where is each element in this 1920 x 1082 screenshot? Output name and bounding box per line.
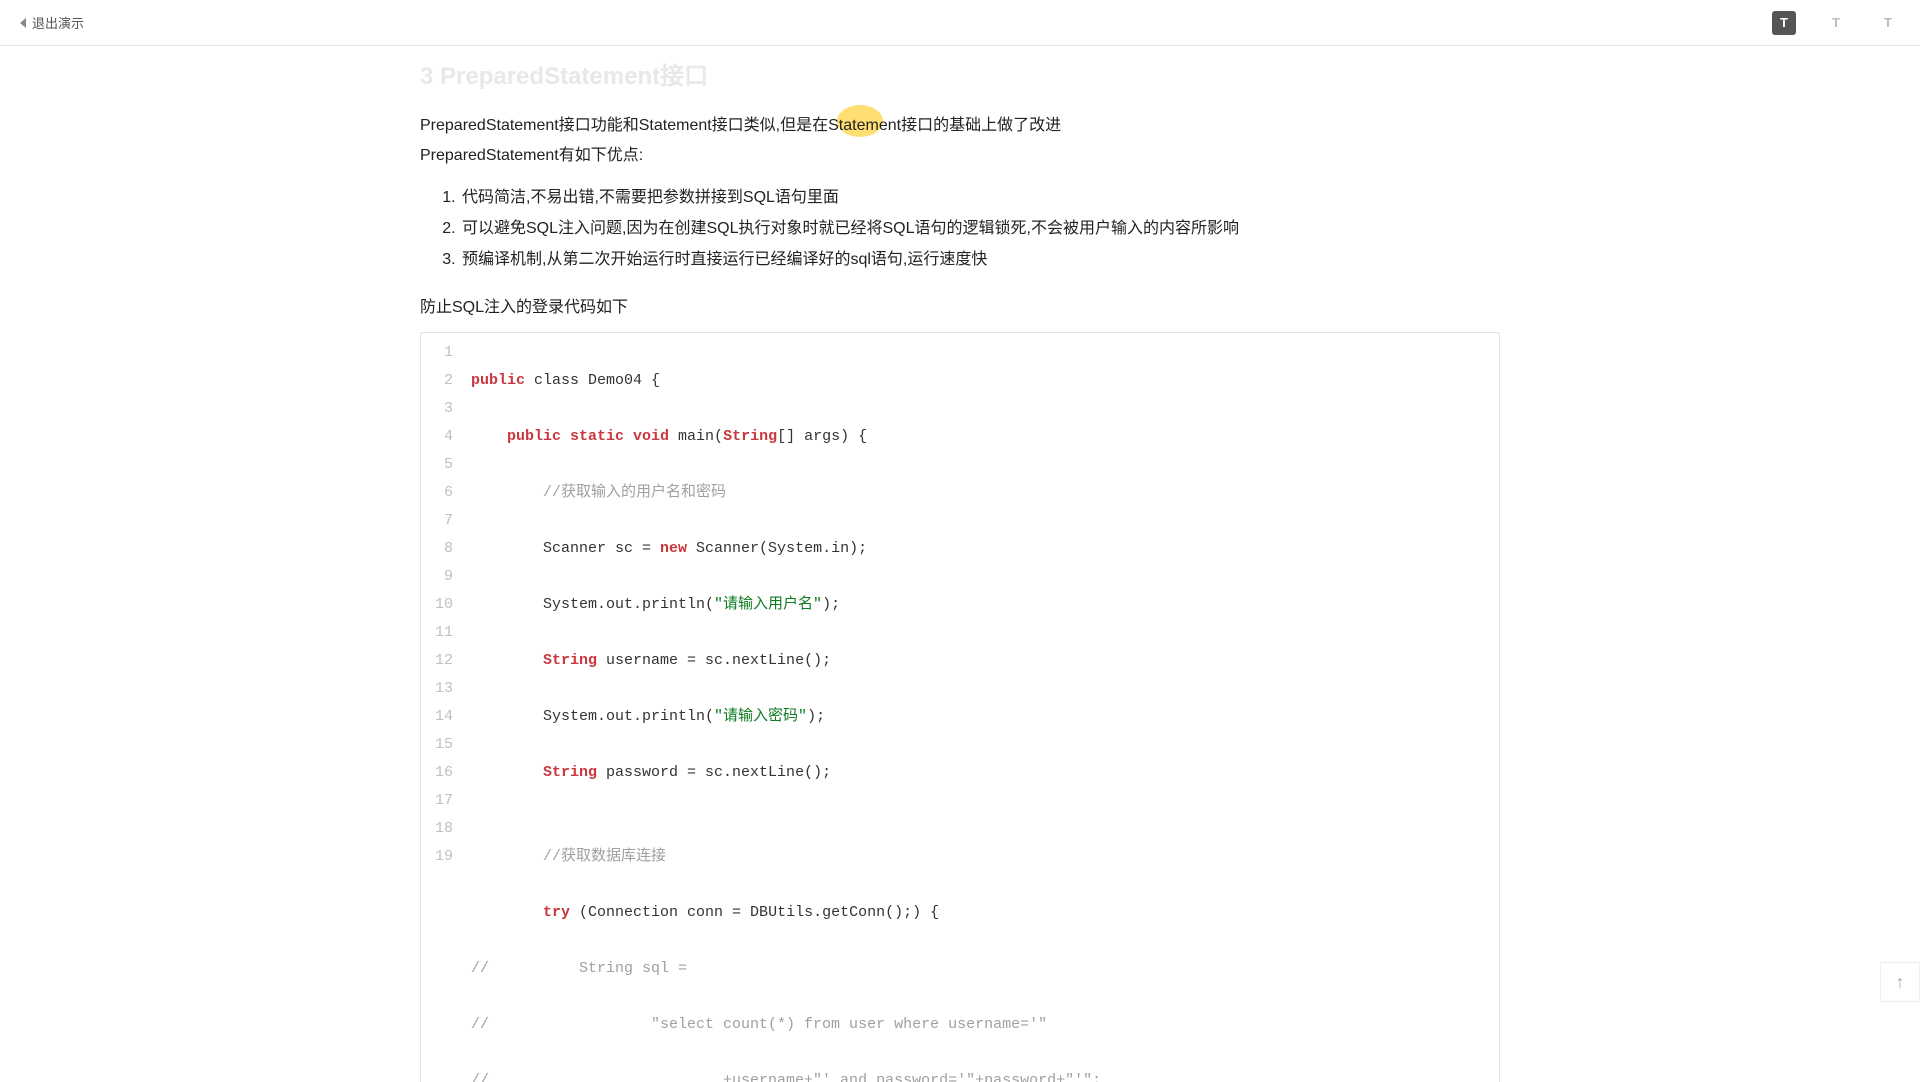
line-number: 8: [421, 535, 453, 563]
intro-before: PreparedStatement接口功能和Statement接口类似,但是在S…: [420, 117, 843, 134]
arrow-up-icon: ↑: [1896, 972, 1905, 993]
code-line: //获取数据库连接: [471, 843, 1101, 871]
vertical-scrollbar[interactable]: [1908, 0, 1920, 1082]
list-item: 代码简洁,不易出错,不需要把参数拼接到SQL语句里面: [460, 182, 1500, 213]
code-line: // String sql =: [471, 955, 1101, 983]
advantages-list: 代码简洁,不易出错,不需要把参数拼接到SQL语句里面 可以避免SQL注入问题,因…: [460, 182, 1500, 276]
line-number: 11: [421, 619, 453, 647]
line-number: 19: [421, 843, 453, 871]
line-number: 13: [421, 675, 453, 703]
document-inner: 3 PreparedStatement接口 PreparedStatement接…: [420, 46, 1500, 1082]
line-number: 6: [421, 479, 453, 507]
intro-after: ent接口的基础上做了改进: [879, 117, 1061, 134]
list-item: 可以避免SQL注入问题,因为在创建SQL执行对象时就已经将SQL语句的逻辑锁死,…: [460, 213, 1500, 244]
line-number: 18: [421, 815, 453, 843]
line-number: 15: [421, 731, 453, 759]
line-number: 12: [421, 647, 453, 675]
line-number: 3: [421, 395, 453, 423]
topbar: 退出演示 T T T: [0, 0, 1920, 46]
font-size-medium-button[interactable]: T: [1824, 11, 1848, 35]
line-number: 7: [421, 507, 453, 535]
line-number: 16: [421, 759, 453, 787]
code-line: try (Connection conn = DBUtils.getConn()…: [471, 899, 1101, 927]
intro-line-1: PreparedStatement接口功能和Statement接口类似,但是在S…: [420, 111, 1500, 141]
line-number: 4: [421, 423, 453, 451]
line-number: 14: [421, 703, 453, 731]
font-size-large-button[interactable]: T: [1876, 11, 1900, 35]
line-number: 1: [421, 339, 453, 367]
code-line: // "select count(*) from user where user…: [471, 1011, 1101, 1039]
code-line: System.out.println("请输入密码");: [471, 703, 1101, 731]
exit-label: 退出演示: [32, 13, 84, 32]
code-line: public static void main(String[] args) {: [471, 423, 1101, 451]
intro-paragraph: PreparedStatement接口功能和Statement接口类似,但是在S…: [420, 111, 1500, 172]
font-size-small-button[interactable]: T: [1772, 11, 1796, 35]
code-line: public class Demo04 {: [471, 367, 1101, 395]
content-scroll[interactable]: 3 PreparedStatement接口 PreparedStatement接…: [0, 46, 1920, 1082]
section-title: 3 PreparedStatement接口: [420, 46, 1500, 111]
line-number: 10: [421, 591, 453, 619]
cursor-highlight: atem: [843, 111, 879, 141]
font-size-controls: T T T: [1772, 11, 1900, 35]
code-line: System.out.println("请输入用户名");: [471, 591, 1101, 619]
code-body: public class Demo04 { public static void…: [461, 333, 1101, 1082]
code-line: String password = sc.nextLine();: [471, 759, 1101, 787]
line-number: 9: [421, 563, 453, 591]
list-item: 预编译机制,从第二次开始运行时直接运行已经编译好的sql语句,运行速度快: [460, 244, 1500, 275]
code-line: // +username+"' and password='"+password…: [471, 1067, 1101, 1082]
code-line: //获取输入的用户名和密码: [471, 479, 1101, 507]
code-line: Scanner sc = new Scanner(System.in);: [471, 535, 1101, 563]
exit-presentation-button[interactable]: 退出演示: [20, 13, 84, 32]
code-line: String username = sc.nextLine();: [471, 647, 1101, 675]
chevron-left-icon: [20, 18, 26, 28]
line-number: 5: [421, 451, 453, 479]
line-number: 2: [421, 367, 453, 395]
line-number-gutter: 1 2 3 4 5 6 7 8 9 10 11 12 13 14 15 16 1…: [421, 333, 461, 1082]
code-intro: 防止SQL注入的登录代码如下: [420, 293, 1500, 323]
line-number: 17: [421, 787, 453, 815]
intro-line-2: PreparedStatement有如下优点:: [420, 141, 1500, 171]
code-block: 1 2 3 4 5 6 7 8 9 10 11 12 13 14 15 16 1…: [420, 332, 1500, 1082]
